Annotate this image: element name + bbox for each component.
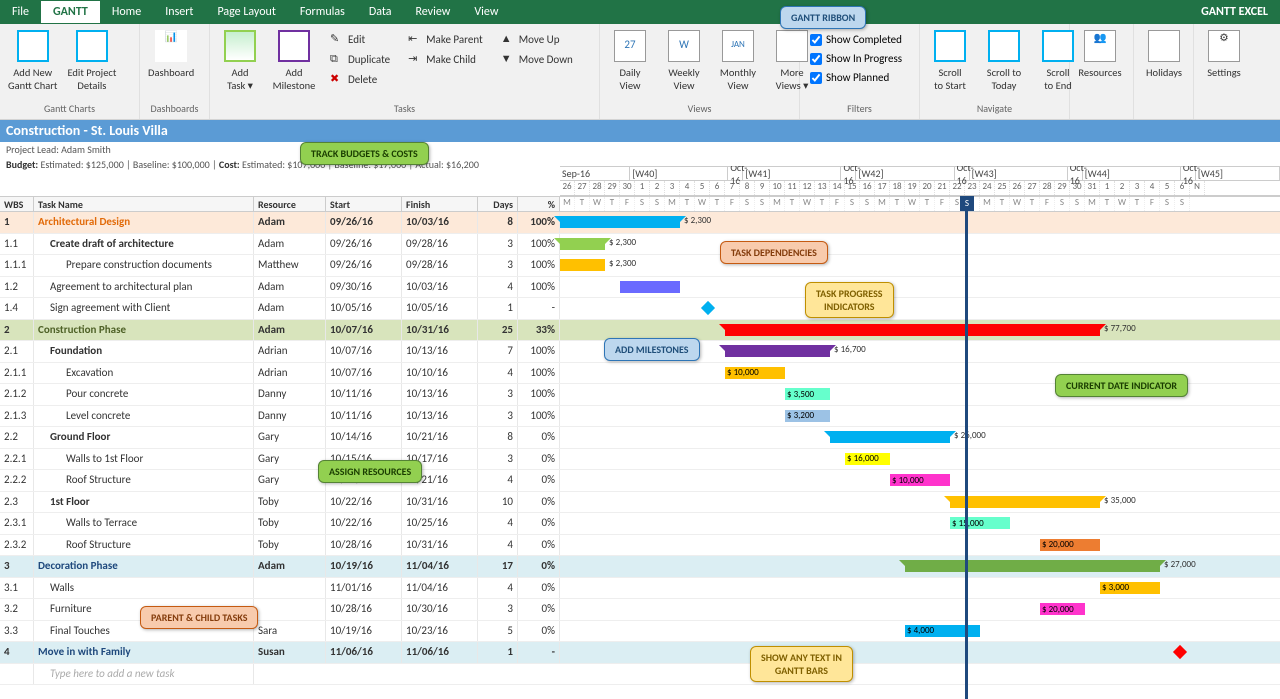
copy-icon: ⧉ [330, 52, 344, 66]
gantt-bar[interactable]: $ 3,200 [785, 410, 830, 422]
resources-button[interactable]: 👥Resources [1074, 28, 1126, 81]
milestone-icon [278, 30, 310, 62]
gantt-bar[interactable]: $ 3,500 [785, 388, 830, 400]
edit-project-button[interactable]: Edit ProjectDetails [63, 28, 120, 94]
project-title: Construction - St. Louis Villa [0, 120, 1280, 142]
monthly-view-button[interactable]: JANMonthlyView [712, 28, 764, 94]
weekly-view-button[interactable]: WWeeklyView [658, 28, 710, 94]
gantt-bar[interactable]: $ 16,700 [725, 345, 830, 357]
gantt-bar[interactable]: $ 27,000 [905, 560, 1160, 572]
scroll-today-icon [988, 30, 1020, 62]
gantt-bar[interactable]: $ 26,000 [830, 431, 950, 443]
gantt-chart-icon [17, 30, 49, 62]
move-down-button[interactable]: ▼Move Down [495, 50, 579, 68]
calendar-day-icon: 27 [614, 30, 646, 62]
menu-view[interactable]: View [462, 1, 510, 23]
make-child-button[interactable]: ⇥Make Child [402, 50, 489, 68]
callout-dependencies: TASK DEPENDENCIES [720, 241, 828, 264]
calendar-month-icon: JAN [722, 30, 754, 62]
menu-home[interactable]: Home [100, 1, 153, 23]
today-marker: S [960, 196, 974, 211]
group-label: Views [604, 100, 795, 117]
duplicate-task-button[interactable]: ⧉Duplicate [324, 50, 396, 68]
scroll-today-button[interactable]: Scroll toToday [978, 28, 1030, 94]
down-icon: ▼ [501, 52, 515, 66]
edit-project-icon [76, 30, 108, 62]
group-label: Dashboards [144, 100, 205, 117]
dashboard-icon: 📊 [155, 30, 187, 62]
menu-file[interactable]: File [0, 1, 41, 23]
gantt-bar[interactable]: $ 77,700 [725, 324, 1100, 336]
up-icon: ▲ [501, 32, 515, 46]
gantt-bar[interactable]: $ 10,000 [725, 367, 785, 379]
callout-resources: ASSIGN RESOURCES [318, 460, 422, 483]
menu-review[interactable]: Review [403, 1, 462, 23]
menu-data[interactable]: Data [357, 1, 404, 23]
make-parent-button[interactable]: ⇤Make Parent [402, 30, 489, 48]
group-label: Tasks [214, 100, 595, 117]
gantt-bar[interactable]: $ 3,000 [1100, 582, 1160, 594]
gear-icon: ⚙ [1208, 30, 1240, 62]
holiday-icon [1148, 30, 1180, 62]
people-icon: 👥 [1084, 30, 1116, 62]
callout-budgets: TRACK BUDGETS & COSTS [300, 142, 429, 165]
app-title: GANTT EXCEL [1201, 5, 1268, 19]
menu-page layout[interactable]: Page Layout [205, 1, 287, 23]
gantt-bar[interactable]: $ 35,000 [950, 496, 1100, 508]
add-new-gantt-button[interactable]: Add NewGantt Chart [4, 28, 61, 94]
edit-task-button[interactable]: ✎Edit [324, 30, 396, 48]
pencil-icon: ✎ [330, 32, 344, 46]
calendar-icon [776, 30, 808, 62]
gantt-bar[interactable]: $ 2,300 [560, 238, 605, 250]
gantt-bar[interactable]: $ 10,000 [890, 474, 950, 486]
scroll-end-icon [1042, 30, 1074, 62]
menu-formulas[interactable]: Formulas [288, 1, 357, 23]
milestone-marker[interactable] [701, 301, 715, 315]
menu-insert[interactable]: Insert [153, 1, 205, 23]
settings-button[interactable]: ⚙Settings [1198, 28, 1250, 81]
today-line [965, 196, 968, 699]
show-in-progress-checkbox[interactable]: Show In Progress [806, 51, 913, 66]
delete-icon: ✖ [330, 72, 344, 86]
callout-current-date: CURRENT DATE INDICATOR [1055, 374, 1188, 397]
ribbon: Add NewGantt Chart Edit ProjectDetails G… [0, 24, 1280, 120]
add-milestone-button[interactable]: AddMilestone [268, 28, 320, 94]
add-task-icon [224, 30, 256, 62]
menu-gantt[interactable]: GANTT [41, 1, 100, 23]
callout-progress: TASK PROGRESSINDICATORS [805, 282, 894, 318]
delete-task-button[interactable]: ✖Delete [324, 70, 396, 88]
add-task-button[interactable]: AddTask ▾ [214, 28, 266, 94]
gantt-bar[interactable]: $ 2,300 [560, 216, 680, 228]
gantt-bar[interactable]: $ 16,000 [845, 453, 890, 465]
scroll-start-button[interactable]: Scrollto Start [924, 28, 976, 94]
show-planned-checkbox[interactable]: Show Planned [806, 70, 913, 85]
show-completed-checkbox[interactable]: Show Completed [806, 32, 913, 47]
gantt-bar[interactable]: $ 4,000 [905, 625, 980, 637]
milestone-marker[interactable] [1173, 645, 1187, 659]
gantt-bar[interactable]: $ 15,000 [950, 517, 1010, 529]
callout-bar-text: SHOW ANY TEXT INGANTT BARS [750, 646, 853, 682]
callout-ribbon: GANTT RIBBON [780, 6, 866, 29]
group-label: Navigate [924, 100, 1065, 117]
daily-view-button[interactable]: 27DailyView [604, 28, 656, 94]
group-label: Filters [804, 100, 915, 117]
scroll-start-icon [934, 30, 966, 62]
gantt-bar[interactable]: $ 20,000 [1040, 539, 1100, 551]
dashboard-button[interactable]: 📊Dashboard [144, 28, 198, 81]
holidays-button[interactable]: Holidays [1138, 28, 1190, 81]
gantt-bar[interactable] [620, 281, 680, 293]
gantt-bar[interactable]: $ 2,300 [560, 259, 605, 271]
outdent-icon: ⇤ [408, 32, 422, 46]
column-headers: WBS Task Name Resource Start Finish Days… [0, 196, 560, 212]
menubar: FileGANTTHomeInsertPage LayoutFormulasDa… [0, 0, 1280, 24]
group-label: Gantt Charts [4, 100, 135, 117]
move-up-button[interactable]: ▲Move Up [495, 30, 579, 48]
callout-parent-child: PARENT & CHILD TASKS [140, 606, 258, 629]
callout-milestones: ADD MILESTONES [604, 338, 700, 361]
indent-icon: ⇥ [408, 52, 422, 66]
calendar-week-icon: W [668, 30, 700, 62]
timeline-header: Sep-16[W40]Oct-16[W41]Oct-16[W42]Oct-16[… [560, 166, 1280, 196]
project-lead: Project Lead: Adam Smith [0, 142, 1280, 157]
gantt-bar[interactable]: $ 20,000 [1040, 603, 1085, 615]
